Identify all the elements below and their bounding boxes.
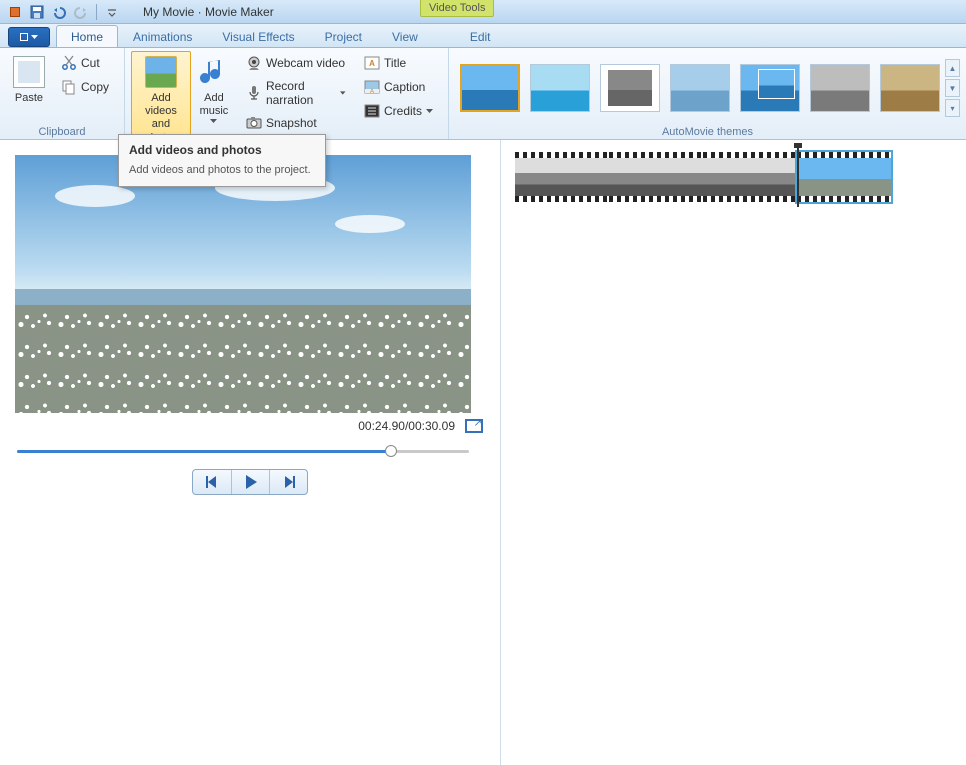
tab-visual-effects[interactable]: Visual Effects bbox=[207, 25, 309, 47]
ribbon-group-automovie: ▲ ▼ ▾ AutoMovie themes bbox=[449, 48, 966, 139]
svg-text:A: A bbox=[370, 89, 374, 95]
qat-customize-icon[interactable] bbox=[104, 4, 120, 20]
tooltip-body: Add videos and photos to the project. bbox=[129, 163, 315, 178]
music-note-icon bbox=[198, 56, 230, 88]
theme-contemporary[interactable] bbox=[530, 64, 590, 112]
gallery-down-icon[interactable]: ▼ bbox=[945, 79, 960, 97]
workspace: 00:24.90/00:30.09 bbox=[0, 140, 966, 765]
seek-thumb[interactable] bbox=[385, 445, 397, 457]
snapshot-button[interactable]: Snapshot bbox=[241, 112, 351, 134]
caption-icon: A bbox=[364, 79, 380, 95]
timeline-clip[interactable] bbox=[515, 152, 609, 202]
ribbon-group-clipboard: Paste Cut Copy Clipboard bbox=[0, 48, 125, 139]
ribbon-group-add: Add videos and photos Add music Webcam v… bbox=[125, 48, 449, 139]
contextual-tab-label: Video Tools bbox=[420, 0, 494, 17]
ribbon: Paste Cut Copy Clipboard Add videos and … bbox=[0, 48, 966, 140]
tooltip-title: Add videos and photos bbox=[129, 143, 315, 157]
qat-save-icon[interactable] bbox=[29, 4, 45, 20]
title-button[interactable]: A Title bbox=[359, 52, 438, 74]
title-icon: A bbox=[364, 55, 380, 71]
window-title: My Movie · Movie Maker bbox=[143, 5, 274, 19]
automovie-group-label: AutoMovie themes bbox=[455, 125, 960, 138]
timeline-clip[interactable] bbox=[609, 152, 703, 202]
seek-slider[interactable] bbox=[17, 441, 469, 461]
scissors-icon bbox=[61, 55, 77, 71]
timeline-clip-selected[interactable] bbox=[797, 152, 891, 202]
tab-home[interactable]: Home bbox=[56, 25, 118, 47]
credits-button[interactable]: Credits bbox=[359, 100, 438, 122]
playback-controls bbox=[192, 469, 308, 495]
time-display: 00:24.90/00:30.09 bbox=[358, 419, 455, 433]
next-frame-button[interactable] bbox=[269, 470, 307, 494]
webcam-video-button[interactable]: Webcam video bbox=[241, 52, 351, 74]
caption-label: Caption bbox=[384, 80, 425, 94]
add-music-label: Add music bbox=[200, 92, 229, 118]
svg-text:A: A bbox=[369, 59, 375, 68]
record-narration-button[interactable]: Record narration bbox=[241, 76, 351, 110]
copy-button[interactable]: Copy bbox=[56, 76, 114, 98]
tab-project[interactable]: Project bbox=[310, 25, 377, 47]
tooltip: Add videos and photos Add videos and pho… bbox=[118, 134, 326, 187]
snapshot-label: Snapshot bbox=[266, 116, 317, 130]
camera-icon bbox=[246, 115, 262, 131]
timeline-clip[interactable] bbox=[703, 152, 797, 202]
copy-label: Copy bbox=[81, 80, 109, 94]
paste-button[interactable]: Paste bbox=[6, 51, 52, 125]
webcam-label: Webcam video bbox=[266, 56, 345, 70]
theme-sepia[interactable] bbox=[880, 64, 940, 112]
clipboard-icon bbox=[13, 56, 45, 88]
preview-pane: 00:24.90/00:30.09 bbox=[0, 140, 500, 765]
preview-viewport bbox=[15, 155, 471, 413]
tab-edit[interactable]: Edit bbox=[455, 25, 506, 47]
cut-label: Cut bbox=[81, 56, 100, 70]
tab-view[interactable]: View bbox=[377, 25, 433, 47]
title-label: Title bbox=[384, 56, 406, 70]
credits-icon bbox=[364, 103, 380, 119]
theme-fade[interactable] bbox=[670, 64, 730, 112]
microphone-icon bbox=[246, 85, 262, 101]
tab-animations[interactable]: Animations bbox=[118, 25, 207, 47]
qat-redo-icon[interactable] bbox=[73, 4, 89, 20]
gallery-more-icon[interactable]: ▾ bbox=[945, 99, 960, 117]
play-button[interactable] bbox=[231, 470, 269, 494]
clipboard-group-label: Clipboard bbox=[6, 125, 118, 138]
copy-icon bbox=[61, 79, 77, 95]
paste-label: Paste bbox=[15, 92, 43, 105]
fullscreen-icon[interactable] bbox=[465, 419, 483, 433]
theme-default[interactable] bbox=[460, 64, 520, 112]
cut-button[interactable]: Cut bbox=[56, 52, 114, 74]
qat-undo-icon[interactable] bbox=[51, 4, 67, 20]
theme-pan-zoom[interactable] bbox=[740, 64, 800, 112]
qat-divider bbox=[96, 4, 97, 20]
playhead[interactable] bbox=[797, 147, 799, 207]
theme-cinematic[interactable] bbox=[600, 64, 660, 112]
theme-black-white[interactable] bbox=[810, 64, 870, 112]
photo-icon bbox=[145, 56, 177, 88]
file-menu-button[interactable] bbox=[8, 27, 50, 47]
webcam-icon bbox=[246, 55, 262, 71]
qat-app-icon[interactable] bbox=[7, 4, 23, 20]
gallery-up-icon[interactable]: ▲ bbox=[945, 59, 960, 77]
prev-frame-button[interactable] bbox=[193, 470, 231, 494]
caption-button[interactable]: A Caption bbox=[359, 76, 438, 98]
timeline-pane[interactable] bbox=[501, 140, 966, 765]
tab-strip: Home Animations Visual Effects Project V… bbox=[0, 24, 966, 48]
narration-label: Record narration bbox=[266, 79, 337, 107]
timeline-track[interactable] bbox=[515, 152, 952, 202]
credits-label: Credits bbox=[384, 104, 422, 118]
